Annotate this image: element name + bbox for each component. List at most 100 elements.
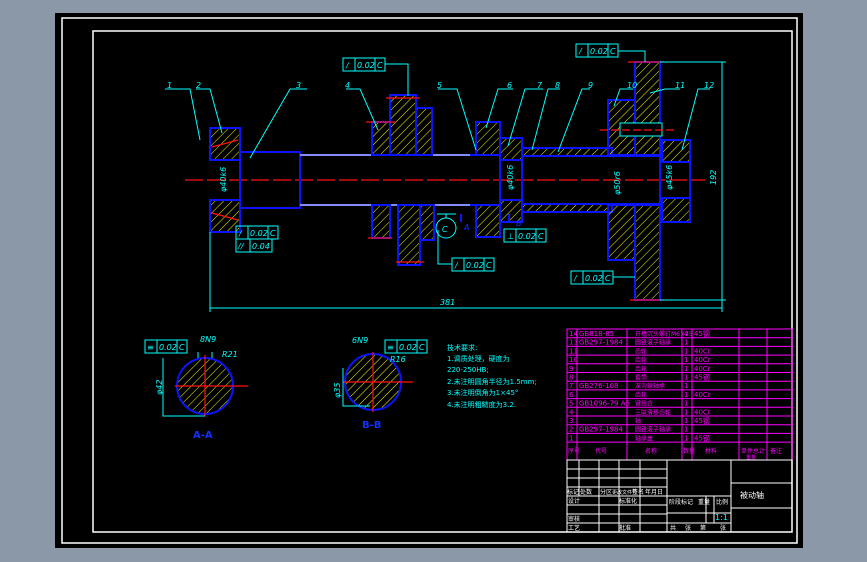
parts-cell-material: 40Cr xyxy=(694,391,711,399)
bearing-12 xyxy=(661,139,691,163)
parts-cell-no: 3 xyxy=(569,417,573,425)
parts-cell-no: 10 xyxy=(569,356,578,364)
parts-cell-material: 40Cr xyxy=(694,347,711,355)
svg-text:审核: 审核 xyxy=(568,515,580,523)
svg-text:6N9: 6N9 xyxy=(352,336,368,345)
svg-text:3.未注明倒角为1×45°: 3.未注明倒角为1×45° xyxy=(447,388,518,397)
parts-cell-material: 45钢 xyxy=(694,373,710,382)
parts-cell-name: 轴 xyxy=(635,417,641,425)
parts-cell-qty: 1 xyxy=(684,434,688,442)
svg-text:6: 6 xyxy=(507,81,512,90)
parts-cell-no: 4 xyxy=(569,408,574,416)
svg-text:C: C xyxy=(605,274,611,283)
svg-text:张: 张 xyxy=(685,524,691,532)
parts-header-qty: 数量 xyxy=(683,447,695,455)
svg-text:重量: 重量 xyxy=(698,498,710,506)
svg-text:标记: 标记 xyxy=(567,488,579,496)
svg-text:3: 3 xyxy=(296,81,301,90)
svg-text:处数: 处数 xyxy=(580,488,592,496)
svg-text:C: C xyxy=(442,225,448,234)
svg-text:220-250HB;: 220-250HB; xyxy=(447,366,489,374)
parts-cell-no: 9 xyxy=(569,365,573,373)
parts-cell-qty: 1 xyxy=(684,408,688,416)
svg-text:12: 12 xyxy=(704,81,714,90)
svg-text:设计: 设计 xyxy=(568,497,580,505)
svg-text:8: 8 xyxy=(555,81,560,90)
parts-cell-material: 40Cr xyxy=(694,356,711,364)
gear-11 xyxy=(634,61,661,156)
svg-text:9: 9 xyxy=(588,81,593,90)
svg-text:B: B xyxy=(516,219,522,228)
svg-text:2: 2 xyxy=(196,81,201,90)
parts-cell-name: 套筒 xyxy=(635,374,647,382)
parts-cell-qty: 1 xyxy=(684,391,688,399)
svg-text:技术要求:: 技术要求: xyxy=(447,343,477,352)
parts-cell-code: GB276-108 xyxy=(579,382,618,390)
svg-text:φ42: φ42 xyxy=(155,380,164,395)
parts-header-remark: 备注 xyxy=(770,447,782,455)
parts-cell-qty: 4 xyxy=(684,330,689,338)
parts-cell-no: 1 xyxy=(569,434,573,442)
drawing-paper xyxy=(55,13,803,548)
parts-cell-qty: 1 xyxy=(684,356,688,364)
svg-text:C: C xyxy=(419,343,425,352)
parts-cell-name: 轴承盖 xyxy=(635,434,653,442)
parts-cell-name: 圆锥滚子轴承 xyxy=(635,339,671,347)
svg-text:≡: ≡ xyxy=(147,343,154,352)
svg-text:年月日: 年月日 xyxy=(645,488,663,496)
parts-cell-no: 8 xyxy=(569,374,573,382)
svg-text:φ50r6: φ50r6 xyxy=(613,171,622,195)
parts-cell-code: GB297-1984 xyxy=(579,426,623,434)
parts-cell-qty: 1 xyxy=(684,339,688,347)
svg-text:⊥: ⊥ xyxy=(507,232,514,241)
svg-text:C: C xyxy=(486,261,492,270)
parts-header-no: 序号 xyxy=(568,447,580,455)
svg-text:0.02: 0.02 xyxy=(585,274,603,283)
parts-cell-code: GB818-85 xyxy=(579,330,614,338)
parts-cell-material: 45钢 xyxy=(694,433,710,442)
parts-header-material: 材料 xyxy=(705,447,717,455)
parts-cell-no: 2 xyxy=(569,426,573,434)
svg-text:8N9: 8N9 xyxy=(200,335,216,344)
svg-text:0.02: 0.02 xyxy=(518,232,536,241)
svg-text:R16: R16 xyxy=(390,355,406,364)
svg-text:4: 4 xyxy=(345,81,350,90)
parts-cell-code: GB1096-79 A5 xyxy=(579,400,630,408)
svg-text:阶段标记: 阶段标记 xyxy=(669,498,693,506)
parts-cell-material: 45钢 xyxy=(694,329,710,338)
svg-text:10: 10 xyxy=(627,81,637,90)
parts-header-code: 代号 xyxy=(595,447,607,455)
svg-text:批准: 批准 xyxy=(619,524,631,532)
gear-4 xyxy=(371,121,391,156)
svg-text:0.02: 0.02 xyxy=(250,229,268,238)
svg-text:张: 张 xyxy=(720,524,726,532)
svg-text:签名: 签名 xyxy=(632,488,644,496)
svg-text:B-B: B-B xyxy=(362,420,381,431)
svg-text:第: 第 xyxy=(700,524,706,532)
svg-text:11: 11 xyxy=(675,81,685,90)
parts-cell-name: 键组合 xyxy=(635,400,653,408)
svg-text:共: 共 xyxy=(670,524,676,532)
parts-header-total: 总计 xyxy=(753,447,765,455)
svg-text:1.调质处理，硬度为: 1.调质处理，硬度为 xyxy=(447,354,510,363)
svg-text:C: C xyxy=(610,47,616,56)
parts-cell-name: 三联滑移齿轮 xyxy=(635,408,671,416)
svg-text:2.未注明圆角半径为1.5mm;: 2.未注明圆角半径为1.5mm; xyxy=(447,377,537,386)
svg-text:1:1: 1:1 xyxy=(715,513,728,522)
svg-text:192: 192 xyxy=(709,170,718,185)
svg-text:φ45k6: φ45k6 xyxy=(665,165,674,190)
svg-text:A-A: A-A xyxy=(193,430,213,441)
parts-cell-qty: 1 xyxy=(684,365,688,373)
parts-cell-no: 5 xyxy=(569,400,573,408)
svg-text:φ35: φ35 xyxy=(333,383,342,398)
svg-text:φ40k6: φ40k6 xyxy=(506,165,515,190)
svg-text:比例: 比例 xyxy=(716,498,728,506)
svg-text:标准化: 标准化 xyxy=(619,497,637,505)
parts-cell-qty: 1 xyxy=(684,347,688,355)
svg-text:0.02: 0.02 xyxy=(357,61,375,70)
svg-text:A: A xyxy=(463,223,469,232)
parts-cell-name: 深沟球轴承 xyxy=(635,382,665,390)
parts-cell-name: 齿轮 xyxy=(635,365,647,373)
parts-header-unit: 单件 xyxy=(741,447,753,455)
svg-text:0.02: 0.02 xyxy=(466,261,484,270)
